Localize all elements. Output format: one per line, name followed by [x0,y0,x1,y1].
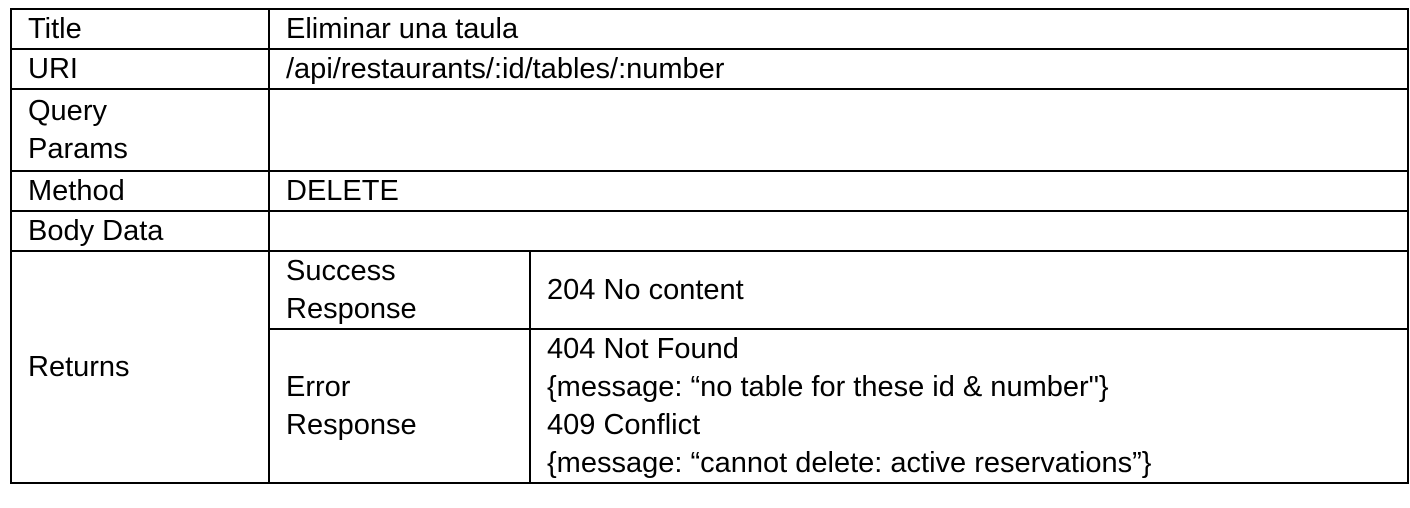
error-line-409-message: {message: “cannot delete: active reserva… [547,447,1152,479]
body-data-value [267,210,1410,252]
query-params-value [267,88,1410,172]
error-line-409: 409 Conflict [547,409,701,441]
error-line-404: 404 Not Found [547,333,739,365]
error-label-line1: Error [286,371,351,403]
error-label-line2: Response [286,409,417,441]
success-label-line2: Response [286,293,417,325]
api-spec-table: Title Eliminar una taula URI /api/restau… [10,8,1410,484]
query-params-label-line1: Query [28,95,107,127]
success-label-line1: Success [286,255,396,287]
query-params-row: Query Params [10,88,1410,172]
body-data-row: Body Data [10,210,1410,252]
query-params-label-line2: Params [28,133,128,165]
title-row: Title Eliminar una taula [10,8,1410,50]
error-line-404-message: {message: “no table for these id & numbe… [547,371,1109,403]
title-value: Eliminar una taula [267,8,1410,50]
uri-value: /api/restaurants/:id/tables/:number [267,48,1410,90]
error-response-label: Error Response [268,328,531,484]
method-value: DELETE [267,170,1410,212]
body-data-label: Body Data [10,210,270,252]
method-label: Method [10,170,270,212]
success-response-row: Returns Success Response 204 No content [10,250,1410,484]
uri-row: URI /api/restaurants/:id/tables/:number [10,48,1410,90]
returns-label: Returns [10,250,270,484]
success-response-label: Success Response [268,250,531,330]
uri-label: URI [10,48,270,90]
error-response-value: 404 Not Found {message: “no table for th… [528,328,1410,484]
query-params-label: Query Params [10,88,270,172]
method-row: Method DELETE [10,170,1410,212]
title-label: Title [10,8,270,50]
success-response-value: 204 No content [528,250,1410,330]
